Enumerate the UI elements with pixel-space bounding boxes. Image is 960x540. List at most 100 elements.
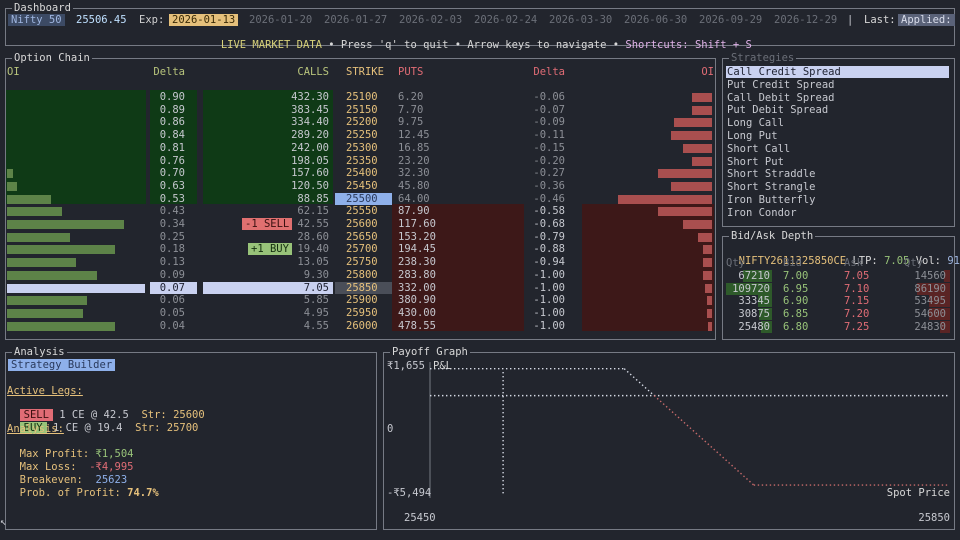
applied-badge[interactable]: Applied: (898, 14, 955, 26)
chain-row[interactable]: 0.86 334.40 25200 9.75 -0.09 (0, 116, 712, 128)
put-price[interactable]: 6.20 (398, 91, 423, 103)
strike[interactable]: 25200 (346, 116, 378, 128)
strike[interactable]: 25450 (346, 180, 378, 192)
chain-row[interactable]: 0.43 62.15 25550 87.90 -0.58 (0, 205, 712, 217)
resize-handle[interactable]: ↖ (0, 516, 6, 528)
call-price[interactable]: 88.85 (270, 193, 329, 205)
chain-row[interactable]: 0.18 19.40 25700 194.45 -0.88 (0, 243, 712, 255)
sell-tag[interactable]: -1 SELL (242, 218, 293, 230)
call-price[interactable]: 383.45 (270, 104, 329, 116)
put-price[interactable]: 32.30 (398, 167, 430, 179)
strike[interactable]: 25900 (346, 294, 378, 306)
strike[interactable]: 25650 (346, 231, 378, 243)
chain-row[interactable]: 0.63 120.50 25450 45.80 -0.36 (0, 180, 712, 192)
put-price[interactable]: 194.45 (398, 243, 436, 255)
call-price[interactable]: 198.05 (270, 155, 329, 167)
put-price[interactable]: 380.90 (398, 294, 436, 306)
chain-row[interactable]: 0.13 13.05 25750 238.30 -0.94 (0, 256, 712, 268)
strategy-item[interactable]: Put Debit Spread (726, 104, 949, 116)
strategy-item[interactable]: Iron Condor (726, 207, 949, 219)
chain-row[interactable]: 0.76 198.05 25350 23.20 -0.20 (0, 155, 712, 167)
chain-row[interactable]: 0.84 289.20 25250 12.45 -0.11 (0, 129, 712, 141)
strike[interactable]: 25400 (346, 167, 378, 179)
strike[interactable]: 25100 (346, 91, 378, 103)
strike[interactable]: 25500 (346, 193, 378, 205)
strike[interactable]: 25850 (346, 282, 378, 294)
strategy-item[interactable]: Short Strangle (726, 181, 949, 193)
symbol-badge[interactable]: Nifty 50 (8, 14, 65, 26)
put-price[interactable]: 16.85 (398, 142, 430, 154)
call-price[interactable]: 62.15 (270, 205, 329, 217)
strike[interactable]: 25950 (346, 307, 378, 319)
put-price[interactable]: 283.80 (398, 269, 436, 281)
chain-row[interactable]: 0.89 383.45 25150 7.70 -0.07 (0, 104, 712, 116)
call-price[interactable]: 7.05 (270, 282, 329, 294)
expiry-option[interactable]: 2026-01-20 (246, 14, 315, 26)
strike[interactable]: 25600 (346, 218, 378, 230)
chain-row[interactable]: 0.81 242.00 25300 16.85 -0.15 (0, 142, 712, 154)
call-price[interactable]: 289.20 (270, 129, 329, 141)
chain-row[interactable]: 0.90 432.30 25100 6.20 -0.06 (0, 91, 712, 103)
chain-row[interactable]: 0.05 4.95 25950 430.00 -1.00 (0, 307, 712, 319)
call-price[interactable]: 13.05 (270, 256, 329, 268)
expiry-option[interactable]: 2026-02-03 (396, 14, 465, 26)
strike[interactable]: 25250 (346, 129, 378, 141)
put-price[interactable]: 238.30 (398, 256, 436, 268)
put-price[interactable]: 478.55 (398, 320, 436, 332)
put-price[interactable]: 9.75 (398, 116, 423, 128)
call-price[interactable]: 432.30 (270, 91, 329, 103)
put-price[interactable]: 87.90 (398, 205, 430, 217)
chain-row[interactable]: 0.04 4.55 26000 478.55 -1.00 (0, 320, 712, 332)
strike[interactable]: 25750 (346, 256, 378, 268)
chain-row[interactable]: 0.09 9.30 25800 283.80 -1.00 (0, 269, 712, 281)
call-price[interactable]: 120.50 (270, 180, 329, 192)
strategy-builder-tab[interactable]: Strategy Builder (8, 359, 116, 371)
call-price[interactable]: 242.00 (270, 142, 329, 154)
strike[interactable]: 25350 (346, 155, 378, 167)
strike[interactable]: 26000 (346, 320, 378, 332)
strategy-item[interactable]: Call Debit Spread (726, 92, 949, 104)
strike[interactable]: 25800 (346, 269, 378, 281)
call-price[interactable]: 5.85 (270, 294, 329, 306)
put-price[interactable]: 45.80 (398, 180, 430, 192)
call-price[interactable]: 4.55 (270, 320, 329, 332)
strategy-item[interactable]: Long Call (726, 117, 949, 129)
strategy-item[interactable]: Short Straddle (726, 168, 949, 180)
strategy-item[interactable]: Long Put (726, 130, 949, 142)
chain-row[interactable]: 0.07 7.05 25850 332.00 -1.00 (0, 281, 712, 294)
chain-row[interactable]: 0.06 5.85 25900 380.90 -1.00 (0, 294, 712, 306)
put-price[interactable]: 23.20 (398, 155, 430, 167)
put-price[interactable]: 117.60 (398, 218, 436, 230)
call-price[interactable]: 4.95 (270, 307, 329, 319)
expiry-option[interactable]: 2026-03-30 (546, 14, 615, 26)
expiry-option[interactable]: 2026-06-30 (621, 14, 690, 26)
call-price[interactable]: 334.40 (270, 116, 329, 128)
put-price[interactable]: 153.20 (398, 231, 436, 243)
strategy-item[interactable]: Call Credit Spread (726, 66, 949, 78)
chain-row[interactable]: 0.25 28.60 25650 153.20 -0.79 (0, 231, 712, 243)
expiry-option[interactable]: 2026-09-29 (696, 14, 765, 26)
put-price[interactable]: 12.45 (398, 129, 430, 141)
strategy-item[interactable]: Put Credit Spread (726, 79, 949, 91)
buy-tag[interactable]: +1 BUY (248, 243, 292, 256)
put-price[interactable]: 332.00 (398, 282, 436, 294)
put-price[interactable]: 430.00 (398, 307, 436, 319)
expiry-option[interactable]: 2026-12-29 (771, 14, 840, 26)
strike[interactable]: 25300 (346, 142, 378, 154)
put-price[interactable]: 64.00 (398, 193, 430, 205)
expiry-option[interactable]: 2026-01-13 (169, 14, 239, 26)
strike[interactable]: 25150 (346, 104, 378, 116)
chain-row[interactable]: 0.34 42.55 25600 117.60 -0.68 (0, 218, 712, 230)
strike[interactable]: 25550 (346, 205, 378, 217)
call-price[interactable]: 28.60 (270, 231, 329, 243)
put-price[interactable]: 7.70 (398, 104, 423, 116)
strike[interactable]: 25700 (346, 243, 378, 255)
call-price[interactable]: 9.30 (270, 269, 329, 281)
call-price[interactable]: 157.60 (270, 167, 329, 179)
expiry-option[interactable]: 2026-01-27 (321, 14, 390, 26)
strategy-item[interactable]: Short Call (726, 143, 949, 155)
strategy-item[interactable]: Iron Butterfly (726, 194, 949, 206)
chain-row[interactable]: 0.70 157.60 25400 32.30 -0.27 (0, 167, 712, 179)
strategy-item[interactable]: Short Put (726, 156, 949, 168)
chain-row[interactable]: 0.53 88.85 25500 64.00 -0.46 (0, 192, 712, 205)
